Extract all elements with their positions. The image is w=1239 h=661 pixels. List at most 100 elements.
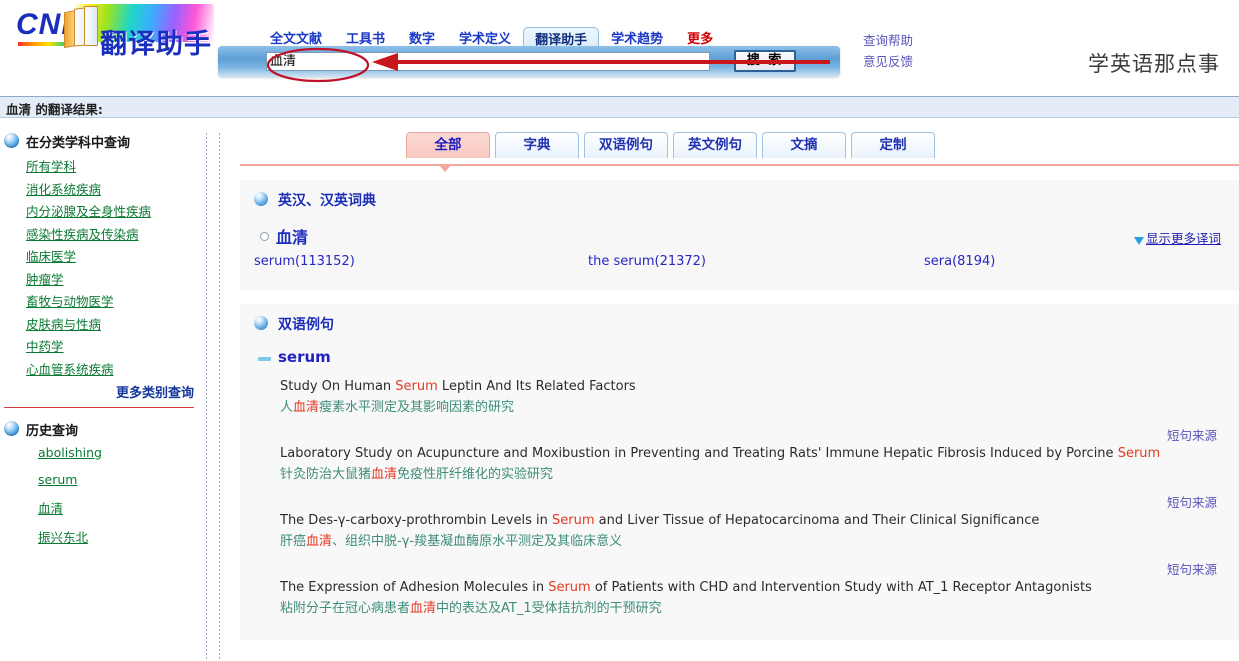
help-links: 查询帮助 意见反馈 (863, 30, 913, 72)
sidebar-subject-title-text: 在分类学科中查询 (26, 136, 130, 151)
show-more-translations-link[interactable]: 显示更多译词 (1134, 228, 1221, 247)
example-chinese: 粘附分子在冠心病患者血清中的表达及AT_1受体拮抗剂的干预研究 (280, 598, 1225, 620)
source-link-row: 短句来源 (254, 559, 1225, 577)
list-item: 振兴东北 (0, 527, 200, 547)
bilingual-entry-word[interactable]: serum (254, 348, 1225, 366)
source-link-row: 短句来源 (254, 425, 1225, 443)
example-item: The Des-γ-carboxy-prothrombin Levels in … (254, 510, 1225, 553)
tab-all[interactable]: 全部 (406, 132, 490, 158)
sidebar-item-chinese-medicine[interactable]: 中药学 (26, 339, 64, 354)
translation-term: the serum (588, 254, 655, 269)
keyword-highlight: Serum (395, 379, 438, 394)
sidebar: 在分类学科中查询 所有学科 消化系统疾病 内分泌腺及全身性疾病 感染性疾病及传染… (0, 132, 200, 556)
history-item-zhenxingdongbei[interactable]: 振兴东北 (38, 530, 88, 545)
tab-dictionary[interactable]: 字典 (495, 132, 579, 158)
sidebar-item-oncology[interactable]: 肿瘤学 (26, 272, 64, 287)
translation-term: serum (254, 254, 295, 269)
vertical-dotted-divider-left (206, 133, 207, 661)
cnki-logo[interactable]: CNKI 翻译助手 (8, 2, 220, 56)
bilingual-entry-word-text: serum (278, 348, 331, 366)
example-list: Study On Human Serum Leptin And Its Rela… (254, 376, 1225, 620)
blue-orb-icon (254, 192, 268, 206)
search-button[interactable]: 搜 索 (734, 50, 796, 72)
show-more-translations-label: 显示更多译词 (1146, 231, 1221, 246)
content-tabs: 全部 字典 双语例句 英文例句 文摘 定制 (240, 132, 1239, 166)
list-item: 内分泌腺及全身性疾病 (0, 201, 200, 221)
main-content: 全部 字典 双语例句 英文例句 文摘 定制 英汉、汉英词典 血清 显示更多译词 (240, 132, 1239, 640)
sidebar-more-categories-link[interactable]: 更多类别查询 (0, 382, 200, 401)
text-fragment: 针灸防治大鼠猪 (280, 467, 371, 482)
keyword-highlight: Serum (1118, 446, 1161, 461)
short-sentence-source-link[interactable]: 短句来源 (1167, 562, 1217, 577)
list-item: 感染性疾病及传染病 (0, 224, 200, 244)
active-tab-notch (439, 165, 451, 172)
sidebar-item-endocrine[interactable]: 内分泌腺及全身性疾病 (26, 204, 151, 219)
history-item-abolishing[interactable]: abolishing (38, 445, 102, 460)
list-item: 消化系统疾病 (0, 179, 200, 199)
dash-icon (258, 357, 271, 361)
short-sentence-source-link[interactable]: 短句来源 (1167, 428, 1217, 443)
translation-serum[interactable]: serum(113152) (254, 254, 355, 269)
tab-bilingual-examples[interactable]: 双语例句 (584, 132, 668, 158)
keyword-highlight: Serum (552, 513, 595, 528)
short-sentence-source-link[interactable]: 短句来源 (1167, 495, 1217, 510)
text-fragment: Leptin And Its Related Factors (438, 379, 636, 394)
result-bar: 血清 的翻译结果: (0, 96, 1239, 118)
blue-orb-icon (4, 133, 19, 148)
sidebar-item-digestive[interactable]: 消化系统疾病 (26, 182, 101, 197)
history-item-serum[interactable]: serum (38, 472, 77, 487)
sidebar-item-infectious[interactable]: 感染性疾病及传染病 (26, 227, 139, 242)
translation-the-serum[interactable]: the serum(21372) (588, 254, 706, 269)
search-input[interactable] (266, 52, 710, 71)
list-item: 肿瘤学 (0, 269, 200, 289)
help-link-query-help[interactable]: 查询帮助 (863, 30, 913, 51)
sidebar-history-title: 历史查询 (0, 420, 200, 439)
sidebar-item-all-subjects[interactable]: 所有学科 (26, 159, 76, 174)
sidebar-history-section: 历史查询 abolishing serum 血清 振兴东北 (0, 420, 200, 547)
text-fragment: of Patients with CHD and Intervention St… (591, 580, 1092, 595)
example-english: Laboratory Study on Acupuncture and Moxi… (280, 443, 1225, 464)
help-link-feedback[interactable]: 意见反馈 (863, 51, 913, 72)
sidebar-divider (4, 407, 194, 408)
history-item-xueqing[interactable]: 血清 (38, 501, 63, 516)
tab-custom[interactable]: 定制 (851, 132, 935, 158)
bullet-icon (260, 232, 269, 241)
site-header: CNKI 翻译助手 全文文献工具书数字学术定义翻译助手学术趋势更多 搜 索 查询… (0, 0, 1239, 92)
translation-row: serum(113152) the serum(21372) sera(8194… (254, 254, 1225, 276)
translation-term: sera (924, 254, 952, 269)
dictionary-panel: 英汉、汉英词典 血清 显示更多译词 serum(113152) the seru… (240, 180, 1239, 290)
blue-orb-icon (254, 316, 268, 330)
sidebar-subject-section: 在分类学科中查询 所有学科 消化系统疾病 内分泌腺及全身性疾病 感染性疾病及传染… (0, 132, 200, 401)
bilingual-panel: 双语例句 serum Study On Human Serum Leptin A… (240, 304, 1239, 640)
arrow-down-icon (1134, 237, 1144, 245)
site-title: 学英语那点事 (1088, 48, 1220, 78)
sidebar-item-dermatology[interactable]: 皮肤病与性病 (26, 317, 101, 332)
tab-english-examples[interactable]: 英文例句 (673, 132, 757, 158)
list-item: 心血管系统疾病 (0, 359, 200, 379)
text-fragment: 免疫性肝纤维化的实验研究 (397, 467, 553, 482)
example-english: Study On Human Serum Leptin And Its Rela… (280, 376, 1225, 397)
text-fragment: 粘附分子在冠心病患者 (280, 601, 410, 616)
text-fragment: and Liver Tissue of Hepatocarcinoma and … (595, 513, 1040, 528)
list-item: 血清 (0, 498, 200, 518)
translation-count: (113152) (295, 254, 355, 269)
text-fragment: Study On Human (280, 379, 395, 394)
sidebar-item-clinical[interactable]: 临床医学 (26, 249, 76, 264)
translation-count: (21372) (655, 254, 707, 269)
list-item: 中药学 (0, 336, 200, 356)
blue-orb-icon (4, 421, 19, 436)
sidebar-subject-title: 在分类学科中查询 (0, 132, 200, 151)
dictionary-section-title-text: 英汉、汉英词典 (278, 193, 376, 209)
translation-sera[interactable]: sera(8194) (924, 254, 995, 269)
sidebar-subject-list: 所有学科 消化系统疾病 内分泌腺及全身性疾病 感染性疾病及传染病 临床医学 肿瘤… (0, 156, 200, 379)
keyword-highlight: 血清 (410, 601, 436, 616)
books-icon (64, 5, 98, 49)
keyword-highlight: 血清 (293, 400, 319, 415)
text-fragment: 、组织中脱-γ-羧基凝血酶原水平测定及其临床意义 (332, 534, 622, 549)
main-nav: 全文文献工具书数字学术定义翻译助手学术趋势更多 (258, 26, 725, 46)
source-link-row: 短句来源 (254, 492, 1225, 510)
sidebar-item-veterinary[interactable]: 畜牧与动物医学 (26, 294, 114, 309)
example-chinese: 人血清瘦素水平测定及其影响因素的研究 (280, 397, 1225, 419)
tab-abstracts[interactable]: 文摘 (762, 132, 846, 158)
sidebar-item-cardiovascular[interactable]: 心血管系统疾病 (26, 362, 114, 377)
